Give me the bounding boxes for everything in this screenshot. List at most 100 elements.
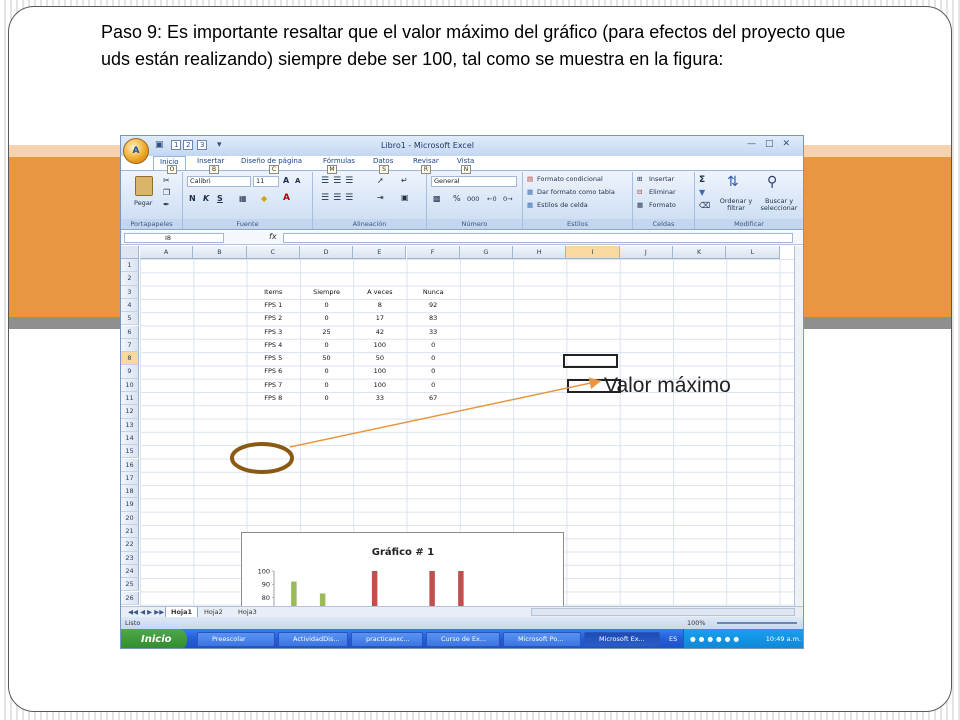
italic-button[interactable]: K [203,194,209,203]
paste-icon[interactable] [135,176,153,196]
table-cell[interactable]: FPS 8 [247,392,300,405]
table-header-cell[interactable]: A veces [353,286,406,299]
table-cell[interactable]: 0 [300,379,353,392]
column-header-j[interactable]: J [619,246,673,259]
table-cell[interactable]: 0 [300,392,353,405]
copy-icon[interactable]: ❐ [163,188,170,197]
fill-color-icon[interactable]: ◆ [261,194,267,203]
table-cell[interactable]: 0 [300,299,353,312]
tab-datos[interactable]: Datos [373,157,393,165]
table-cell[interactable]: FPS 6 [247,365,300,378]
underline-button[interactable]: S [217,194,223,203]
table-cell[interactable]: 25 [300,326,353,339]
column-header-g[interactable]: G [459,246,514,259]
table-cell[interactable]: FPS 3 [247,326,300,339]
tray-icons[interactable]: ●●●●●● [690,629,742,648]
font-color-button[interactable]: A [283,193,290,203]
increase-decimal-icon[interactable]: ←0 [487,195,497,203]
format-painter-icon[interactable]: ✒ [163,200,170,209]
table-cell[interactable]: 100 [353,339,406,352]
grow-font-button[interactable]: A [283,176,289,185]
table-cell[interactable]: 17 [353,312,406,325]
row-header-5[interactable]: 5 [121,312,139,326]
task-excel[interactable]: Microsoft Ex... [584,632,660,647]
number-format-select[interactable]: General [431,176,517,187]
row-header-6[interactable]: 6 [121,325,139,339]
table-cell[interactable]: FPS 1 [247,299,300,312]
table-cell[interactable]: 92 [407,299,460,312]
formula-input[interactable] [283,233,793,243]
fx-icon[interactable]: fx [269,232,277,241]
row-header-4[interactable]: 4 [121,298,139,313]
row-header-3[interactable]: 3 [121,285,139,299]
row-header-26[interactable]: 26 [121,591,139,605]
table-cell[interactable]: 50 [353,352,406,365]
row-header-12[interactable]: 12 [121,405,139,419]
column-header-e[interactable]: E [353,246,407,259]
clear-icon[interactable]: ⌫ [699,201,710,210]
tab-formulas[interactable]: Fórmulas [323,157,355,165]
table-cell[interactable]: 0 [407,339,460,352]
row-header-11[interactable]: 11 [121,392,139,406]
row-header-10[interactable]: 10 [121,378,139,392]
shrink-font-button[interactable]: A [295,177,300,185]
table-cell[interactable]: 0 [300,365,353,378]
row-header-13[interactable]: 13 [121,418,139,432]
format-table-button[interactable]: Dar formato como tabla [537,188,615,196]
cell-styles-button[interactable]: Estilos de celda [537,201,588,209]
table-cell[interactable]: 8 [353,299,406,312]
row-header-19[interactable]: 19 [121,498,139,512]
autosum-button[interactable]: Σ [699,175,705,185]
task-actividaddis[interactable]: ActividadDis... [278,632,348,647]
orientation-icon[interactable]: ➚ [377,176,384,185]
borders-icon[interactable]: ▦ [239,194,247,203]
row-header-24[interactable]: 24 [121,564,139,579]
start-button[interactable]: Inicio [121,629,187,648]
row-header-22[interactable]: 22 [121,538,139,552]
horizontal-scrollbar[interactable] [531,608,795,616]
column-header-l[interactable]: L [726,246,780,259]
row-header-8[interactable]: 8 [121,352,139,366]
find-select-button[interactable]: Buscar y seleccionar [757,198,801,212]
row-header-2[interactable]: 2 [121,272,139,286]
tab-revisar[interactable]: Revisar [413,157,439,165]
column-header-f[interactable]: F [406,246,460,259]
row-header-7[interactable]: 7 [121,338,139,353]
task-powerpoint[interactable]: Microsoft Po... [503,632,581,647]
table-cell[interactable]: 33 [407,326,460,339]
wrap-text-icon[interactable]: ↵ [401,176,408,185]
insert-cells-button[interactable]: Insertar [649,175,674,183]
column-header-c[interactable]: C [246,246,300,259]
table-header-cell[interactable]: Items [247,286,300,299]
column-header-d[interactable]: D [299,246,354,259]
table-cell[interactable]: 83 [407,312,460,325]
task-preescolar[interactable]: Preescolar [197,632,275,647]
qa-dropdown-icon[interactable]: ▾ [217,140,222,150]
sheet-tab-hoja3[interactable]: Hoja3 [233,607,262,617]
table-cell[interactable]: 0 [300,312,353,325]
paste-button[interactable]: Pegar [134,199,152,207]
zoom-slider[interactable] [717,622,797,624]
row-header-21[interactable]: 21 [121,525,139,539]
row-header-18[interactable]: 18 [121,485,139,499]
bold-button[interactable]: N [189,194,196,203]
table-cell[interactable]: FPS 4 [247,339,300,352]
save-icon[interactable]: ▣ [155,140,164,150]
delete-cells-button[interactable]: Eliminar [649,188,676,196]
table-cell[interactable]: 0 [407,365,460,378]
decrease-decimal-icon[interactable]: 0→ [503,195,513,203]
sheet-tab-hoja2[interactable]: Hoja2 [199,607,228,617]
thousands-button[interactable]: 000 [467,195,479,203]
tab-diseno-pagina[interactable]: Diseño de página [241,157,302,165]
row-header-15[interactable]: 15 [121,445,139,459]
table-cell[interactable]: 33 [353,392,406,405]
column-header-k[interactable]: K [673,246,727,259]
table-cell[interactable]: 50 [300,352,353,365]
column-header-h[interactable]: H [513,246,567,259]
column-header-i[interactable]: I [566,246,620,259]
cut-icon[interactable]: ✂ [163,176,170,185]
tab-insertar[interactable]: Insertar [197,157,224,165]
name-box[interactable]: I8 [124,233,224,243]
row-header-23[interactable]: 23 [121,551,139,565]
percent-button[interactable]: % [453,194,461,203]
